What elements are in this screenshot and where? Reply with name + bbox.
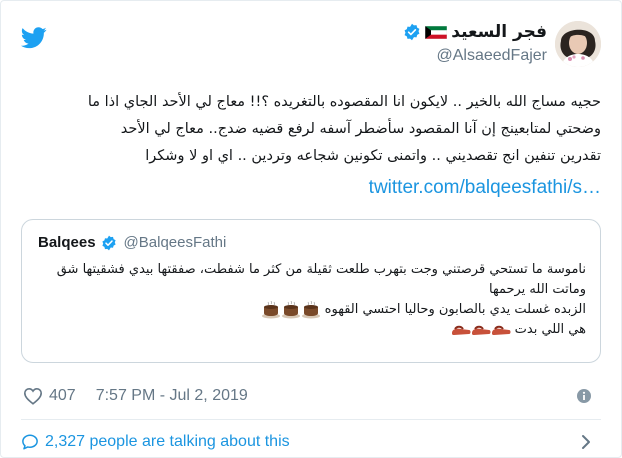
info-icon[interactable]: [577, 389, 591, 403]
verified-badge-icon: [101, 235, 116, 250]
divider: [21, 419, 601, 420]
avatar-image: [555, 21, 601, 67]
tweet-text-line: وضحتي لمتابعينج إن آنا المقصود سأضطر آسف…: [120, 121, 601, 137]
avatar[interactable]: [555, 21, 601, 67]
twitter-bird-icon[interactable]: [21, 27, 47, 49]
author-block[interactable]: فجر السعيد @AlsaeedFajer: [403, 21, 601, 67]
speech-bubble-icon: [22, 434, 38, 450]
author-name-row: فجر السعيد: [403, 21, 547, 43]
tweet-header: فجر السعيد @AlsaeedFajer: [21, 21, 601, 73]
tweet-text: حجيه مساج الله بالخير .. لايكون انا المق…: [21, 89, 601, 170]
author-text: فجر السعيد @AlsaeedFajer: [403, 21, 547, 65]
author-handle[interactable]: @AlsaeedFajer: [403, 47, 547, 65]
author-display-name[interactable]: فجر السعيد: [451, 22, 547, 42]
quoted-text-line: وماتت الله يرحمها: [489, 282, 586, 297]
quoted-text-fragment: الزبده غسلت يدي بالصابون وحاليا احتسي ال…: [324, 302, 586, 317]
quoted-text-line: هي اللي بدت: [36, 320, 586, 340]
tweet-meta: 407 7:57 PM - Jul 2, 2019: [23, 385, 599, 407]
tweet-timestamp[interactable]: 7:57 PM - Jul 2, 2019: [96, 387, 248, 405]
quoted-tweet-header: Balqees @BalqeesFathi: [38, 234, 226, 251]
kuwait-flag-icon: [425, 25, 448, 39]
quoted-author-handle: @BalqeesFathi: [123, 234, 227, 251]
verified-badge-icon: [404, 23, 420, 41]
conversation-count-text[interactable]: 2,327 people are talking about this: [45, 433, 290, 451]
slipper-emoji: [451, 325, 510, 335]
quoted-author-name: Balqees: [38, 234, 96, 251]
quoted-text-line: ناموسة ما تستحي قرصتني وجت بتهرب طلعت ثق…: [56, 262, 586, 277]
coffee-cup-emoji: [261, 300, 320, 318]
quoted-text-fragment: هي اللي بدت: [514, 322, 586, 337]
tweet-text-line: تقدرين تنفين انج تقصديني .. واتمنى تكوني…: [145, 148, 601, 164]
quoted-text-line: الزبده غسلت يدي بالصابون وحاليا احتسي ال…: [36, 300, 586, 320]
embedded-tweet-card: فجر السعيد @AlsaeedFajer حجيه مساج الله: [0, 0, 622, 458]
quoted-tweet-text: ناموسة ما تستحي قرصتني وجت بتهرب طلعت ثق…: [36, 260, 586, 340]
chevron-right-icon[interactable]: [581, 434, 591, 450]
tweet-text-line: حجيه مساج الله بالخير .. لايكون انا المق…: [87, 94, 601, 110]
like-count[interactable]: 407: [49, 387, 76, 405]
conversation-link[interactable]: 2,327 people are talking about this: [21, 431, 601, 453]
heart-icon[interactable]: [23, 387, 43, 405]
tweet-link[interactable]: twitter.com/balqeesfathi/s…: [21, 177, 601, 199]
quoted-tweet[interactable]: Balqees @BalqeesFathi ناموسة ما تستحي قر…: [21, 219, 601, 363]
